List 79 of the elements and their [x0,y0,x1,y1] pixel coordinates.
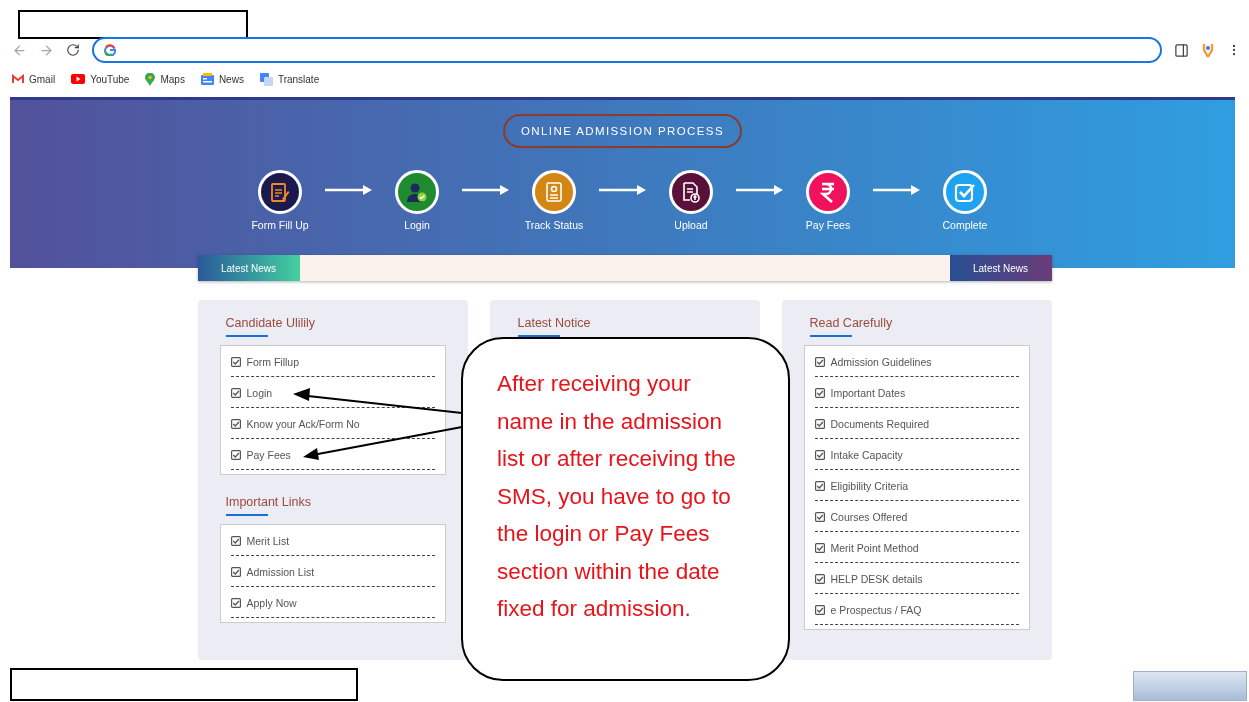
title-underline [517,335,560,337]
list-link[interactable]: Merit List [246,535,290,547]
checkbox-icon [814,357,825,367]
list-link[interactable]: Apply Now [246,597,297,609]
list-link[interactable]: Intake Capacity [830,449,903,461]
address-bar[interactable] [92,37,1162,63]
panel-title: Read Carefully [808,315,894,330]
news-label: Latest News [197,255,300,281]
title-underline [225,514,268,516]
list-link[interactable]: Login [246,387,273,399]
step-icon[interactable] [395,170,439,214]
checkbox-icon [814,512,825,522]
user-check-icon [406,181,428,203]
checkbox-icon [230,450,241,460]
title-underline [809,335,852,337]
checkbox-icon [230,357,241,367]
reload-icon[interactable] [66,43,80,57]
mail-icon [12,74,24,84]
checkbox-icon [814,419,825,429]
upload-file-icon [681,181,701,203]
arrow-icon [599,184,646,196]
step-label: Upload [674,219,708,231]
checkbox-icon [814,574,825,584]
checkbox-icon [230,598,241,608]
list-link[interactable]: e Prospectus / FAQ [830,604,922,616]
bookmark[interactable]: Maps [145,72,185,86]
checkbox-icon [814,388,825,398]
news-label: Latest News [949,255,1052,281]
list-link[interactable]: Form Fillup [246,356,299,368]
checkbox-icon [954,181,976,203]
checkbox-icon [230,567,241,577]
panel-title: Candidate Ulilily [224,315,317,330]
list-link[interactable]: Documents Required [830,418,930,430]
sidebar-icon[interactable] [1174,42,1189,58]
step-label: Pay Fees [805,219,851,231]
google-icon [104,44,116,56]
translate-icon [259,72,273,86]
list-link[interactable]: Eligibility Criteria [830,480,909,492]
arrow-icon [736,184,783,196]
rupee-icon [819,181,837,203]
step-label: Login [404,219,430,231]
title-underline [225,335,268,337]
list-link[interactable]: Merit Point Method [830,542,919,554]
list-link[interactable]: Pay Fees [246,449,291,461]
panel-title: Important Links [224,494,312,509]
arrow-icon [873,184,920,196]
list-link[interactable]: Admission List [246,566,315,578]
bookmark[interactable]: News [200,73,244,85]
list-link[interactable]: Courses Offered [830,511,908,523]
pin-icon [145,72,156,86]
callout-text: After receiving your name in the admission list or after receiving the SMS, you have to go to the login or Pay Fees section within the date fixed for admission. [461,337,790,681]
checkbox-icon [814,481,825,491]
checkbox-icon [814,605,825,615]
step-label: Complete [942,219,988,231]
bookmark[interactable]: Gmail [12,73,56,85]
newspaper-icon [200,73,214,85]
list-link[interactable]: Know your Ack/Form No [246,418,360,430]
list-link[interactable]: Admission Guidelines [830,356,932,368]
bookmark[interactable]: YouTube [71,73,130,85]
banner-title: ONLINE ADMISSION PROCESS [503,114,742,148]
arrow-icon [462,184,509,196]
bookmark[interactable]: Translate [259,72,320,86]
clipboard-icon [270,181,290,203]
extension-icon[interactable] [1201,42,1215,58]
play-icon [71,74,86,84]
list-link[interactable]: HELP DESK details [830,573,923,585]
step-icon[interactable] [258,170,302,214]
step-icon[interactable] [669,170,713,214]
checkbox-icon [230,388,241,398]
checkbox-icon [814,543,825,553]
checkbox-icon [230,419,241,429]
panel-title: Latest Notice [516,315,592,330]
checkbox-icon [814,450,825,460]
checkbox-icon [230,536,241,546]
arrow-icon [325,184,372,196]
step-label: Form Fill Up [251,219,309,231]
id-card-icon [544,181,564,203]
step-label: Track Status [524,219,584,231]
list-link[interactable]: Important Dates [830,387,906,399]
